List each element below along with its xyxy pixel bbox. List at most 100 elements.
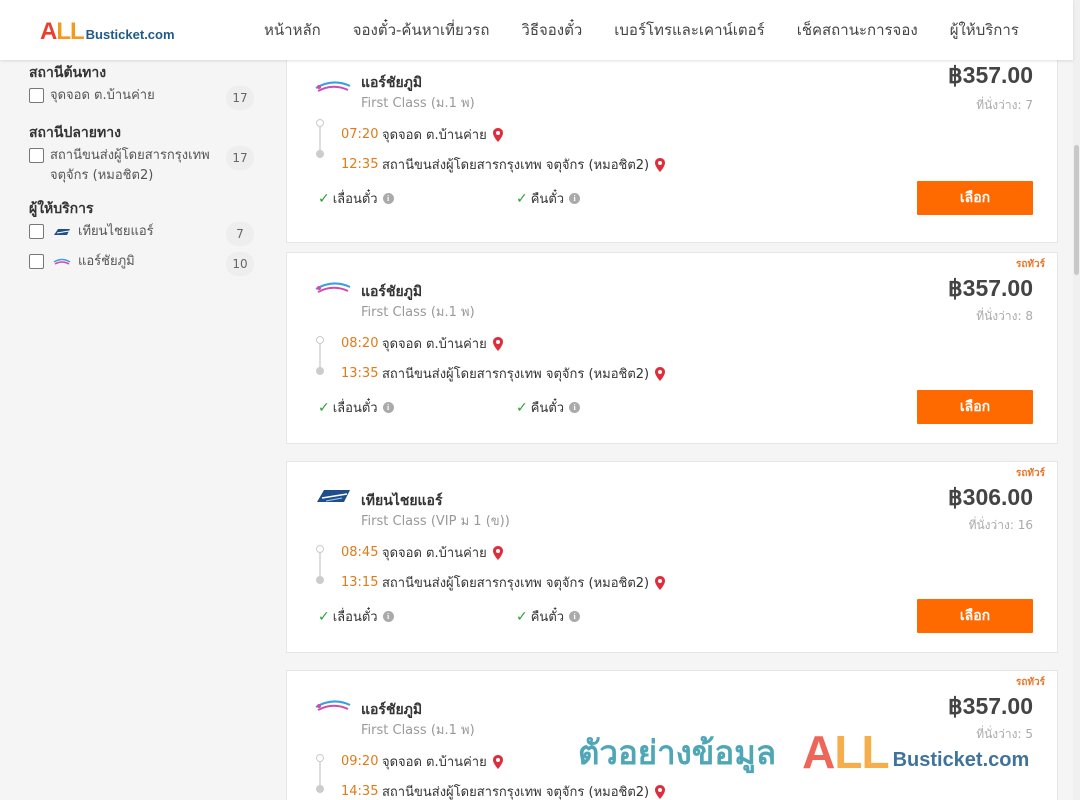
trip-card: แอร์ชัยภูมิ First Class (ม.1 พ) ฿357.00 … [286,51,1058,243]
filter-destination-checkbox[interactable] [29,148,44,163]
departure-row: 08:45 จุดจอด ต.บ้านค่าย [341,542,503,563]
arrival-row: 13:15 สถานีขนส่งผู้โดยสารกรุงเทพ จตุจักร… [341,572,666,593]
filter-destination-item[interactable]: สถานีขนส่งผู้โดยสารกรุงเทพ จตุจักร (หมอช… [29,146,259,186]
top-header: ALL Busticket.com หน้าหลัก จองตั๋ว-ค้นหา… [0,0,1073,60]
trip-price: ฿357.00 [948,693,1033,719]
info-icon[interactable]: i [569,402,581,413]
info-icon[interactable]: i [382,193,394,204]
check-icon: ✓ [516,399,528,416]
select-trip-button[interactable]: เลือก [917,181,1033,215]
filter-origin-count: 17 [226,86,254,110]
air-chaiyaphum-logo-icon [315,81,351,92]
departure-time: 07:20 [341,127,379,142]
air-chaiyaphum-logo-icon [315,700,351,711]
departure-time: 09:20 [341,754,379,769]
select-trip-button[interactable]: เลือก [917,390,1033,424]
arrival-row: 12:35 สถานีขนส่งผู้โดยสารกรุงเทพ จตุจักร… [341,154,666,175]
refund-policy: ✓ คืนตั๋ว i [516,397,581,418]
seats-available: ที่นั่งว่าง: 16 [968,518,1033,532]
filter-operator-label: เทียนไชยแอร์ [78,224,154,239]
filter-origin-label: จุดจอด ต.บ้านค่าย [50,88,155,103]
nav-contact-counters[interactable]: เบอร์โทรและเคาน์เตอร์ [598,18,780,42]
filter-operator-item[interactable]: แอร์ชัยภูมิ 10 [29,252,259,276]
tianchai-air-logo-icon [54,229,70,235]
filter-destination-title: สถานีปลายทาง [29,125,121,141]
arrival-time: 13:35 [341,366,379,381]
filter-origin-title: สถานีต้นทาง [29,65,107,81]
map-pin-icon[interactable] [492,545,503,560]
filter-operator-item[interactable]: เทียนไชยแอร์ 7 [29,222,259,246]
info-icon[interactable]: i [569,193,581,204]
filter-origin-checkbox[interactable] [29,88,44,103]
filter-operator-checkbox[interactable] [29,224,44,239]
bus-class: First Class (ม.1 พ) [361,723,475,738]
seats-available: ที่นั่งว่าง: 5 [976,727,1033,741]
info-icon[interactable]: i [569,611,581,622]
refund-policy: ✓ คืนตั๋ว i [516,188,581,209]
departure-dot-icon [316,754,324,762]
nav-how-to-book[interactable]: วิธีจองตั๋ว [505,18,598,42]
info-icon[interactable]: i [382,611,394,622]
filter-origin-item[interactable]: จุดจอด ต.บ้านค่าย 17 [29,86,259,110]
map-pin-icon[interactable] [492,754,503,769]
reschedule-policy: ✓ เลื่อนตั๋ว i [318,606,394,627]
filter-operators-title: ผู้ให้บริการ [29,201,94,217]
arrival-time: 12:35 [341,157,379,172]
departure-dot-icon [316,119,324,127]
site-logo[interactable]: ALL Busticket.com [40,20,175,44]
filter-origin: สถานีต้นทาง จุดจอด ต.บ้านค่าย 17 [29,60,259,110]
departure-dot-icon [316,545,324,553]
departure-time: 08:45 [341,545,379,560]
filter-destination: สถานีปลายทาง สถานีขนส่งผู้โดยสารกรุงเทพ … [29,120,259,186]
refund-policy: ✓ คืนตั๋ว i [516,606,581,627]
arrival-dot-icon [316,150,324,158]
air-chaiyaphum-logo-icon [315,282,351,293]
check-icon: ✓ [516,190,528,207]
map-pin-icon[interactable] [492,336,503,351]
tour-bus-badge: รถทัวร์ [1015,259,1045,270]
filter-destination-label: สถานีขนส่งผู้โดยสารกรุงเทพ จตุจักร (หมอช… [50,148,210,183]
scrollbar-thumb[interactable] [1074,145,1079,275]
arrival-stop: สถานีขนส่งผู้โดยสารกรุงเทพ จตุจักร (หมอช… [382,785,650,800]
arrival-dot-icon [316,367,324,375]
nav-home[interactable]: หน้าหลัก [248,18,337,42]
arrival-dot-icon [316,785,324,793]
trip-price: ฿357.00 [948,275,1033,301]
map-pin-icon[interactable] [655,575,666,590]
map-pin-icon[interactable] [655,157,666,172]
tour-bus-badge: รถทัวร์ [1015,677,1045,688]
page-scrollbar[interactable] [1073,0,1080,800]
logo-busticket-text: Busticket.com [85,27,175,42]
departure-stop: จุดจอด ต.บ้านค่าย [382,337,487,352]
select-trip-button[interactable]: เลือก [917,599,1033,633]
departure-stop: จุดจอด ต.บ้านค่าย [382,128,487,143]
trip-price: ฿306.00 [948,484,1033,510]
bus-class: First Class (ม.1 พ) [361,305,475,320]
arrival-row: 13:35 สถานีขนส่งผู้โดยสารกรุงเทพ จตุจักร… [341,363,666,384]
map-pin-icon[interactable] [655,366,666,381]
check-icon: ✓ [318,608,330,625]
nav-check-booking[interactable]: เช็คสถานะการจอง [781,18,934,42]
operator-name: แอร์ชัยภูมิ [361,284,423,300]
main-nav: หน้าหลัก จองตั๋ว-ค้นหาเที่ยวรถ วิธีจองตั… [248,0,1035,60]
nav-book-search[interactable]: จองตั๋ว-ค้นหาเที่ยวรถ [337,18,506,42]
filter-operator-count: 10 [226,252,254,276]
trip-price: ฿357.00 [948,62,1033,88]
departure-row: 09:20 จุดจอด ต.บ้านค่าย [341,751,503,772]
map-pin-icon[interactable] [492,127,503,142]
departure-row: 08:20 จุดจอด ต.บ้านค่าย [341,333,503,354]
departure-dot-icon [316,336,324,344]
departure-stop: จุดจอด ต.บ้านค่าย [382,755,487,770]
filter-operator-checkbox[interactable] [29,254,44,269]
nav-operators[interactable]: ผู้ให้บริการ [934,18,1035,42]
operator-name: เทียนไชยแอร์ [361,493,443,509]
trip-card: รถทัวร์ แอร์ชัยภูมิ First Class (ม.1 พ) … [286,252,1058,444]
filter-destination-count: 17 [226,146,254,170]
operator-name: แอร์ชัยภูมิ [361,75,423,91]
bus-class: First Class (VIP ม 1 (ข)) [361,514,510,529]
info-icon[interactable]: i [382,402,394,413]
map-pin-icon[interactable] [655,784,666,799]
seats-available: ที่นั่งว่าง: 8 [976,309,1033,323]
bus-class: First Class (ม.1 พ) [361,96,475,111]
filter-operator-label: แอร์ชัยภูมิ [78,254,135,269]
